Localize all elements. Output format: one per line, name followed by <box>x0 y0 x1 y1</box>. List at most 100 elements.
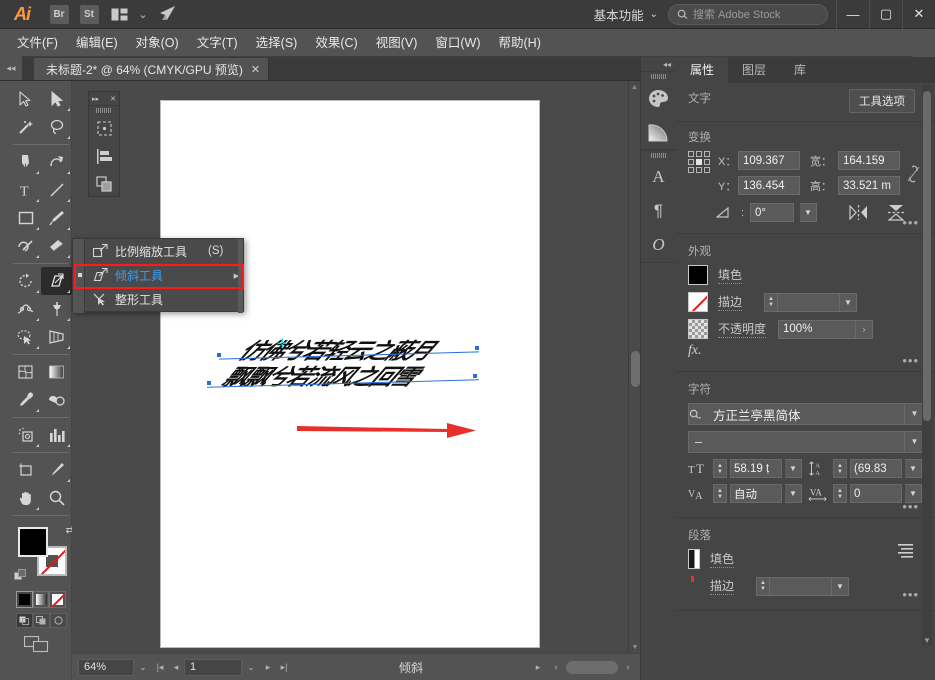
selection-anchor-point[interactable] <box>217 353 221 357</box>
panel-group-grip[interactable] <box>641 151 676 160</box>
tracking-stepper[interactable]: ▲ ▼ <box>833 484 847 503</box>
mini-panel-grip[interactable] <box>89 105 119 114</box>
artboard-number-input[interactable]: 1 <box>184 658 242 676</box>
last-artboard-button[interactable]: ▸| <box>276 659 292 676</box>
leading-stepper[interactable]: ▲ ▼ <box>833 459 847 478</box>
font-family-selector[interactable]: 方正兰亭黑简体 ▼ <box>688 403 925 425</box>
menu-effect[interactable]: 效果(C) <box>306 29 366 57</box>
x-input[interactable]: 109.367 <box>738 151 800 170</box>
font-family-caret[interactable]: ▼ <box>904 404 924 424</box>
transform-more-options[interactable]: ••• <box>902 215 919 230</box>
gradient-panel-button[interactable] <box>641 115 676 149</box>
ref-point[interactable] <box>704 151 710 157</box>
width-tool[interactable] <box>10 295 41 323</box>
fx-button[interactable]: fx. <box>688 343 925 359</box>
stroke-width-input[interactable] <box>778 292 841 312</box>
artboard-dropdown-caret[interactable]: ⌄ <box>242 659 260 676</box>
curvature-tool[interactable] <box>41 148 72 176</box>
magic-wand-tool[interactable] <box>10 113 41 141</box>
mini-panel-close-icon[interactable]: ✕ <box>110 95 116 103</box>
default-fill-stroke-icon[interactable] <box>14 569 28 583</box>
rocket-launch-button[interactable] <box>152 0 182 29</box>
leading-input[interactable]: (69.83 <box>850 459 902 478</box>
draw-inside-button[interactable] <box>50 613 67 628</box>
opacity-expand-arrow[interactable]: › <box>856 319 874 339</box>
paragraph-align-button[interactable] <box>898 544 913 558</box>
ref-point[interactable] <box>696 167 702 173</box>
reference-point-selector[interactable] <box>688 151 710 173</box>
ref-point[interactable] <box>688 159 694 165</box>
height-input[interactable]: 33.521 m <box>838 176 900 195</box>
font-size-stepper[interactable]: ▲ ▼ <box>713 459 727 478</box>
rectangle-tool[interactable] <box>10 204 41 232</box>
paintbrush-tool[interactable] <box>41 204 72 232</box>
paragraph-more-options[interactable]: ••• <box>902 587 919 602</box>
align-panel-button[interactable] <box>89 142 119 170</box>
appearance-more-options[interactable]: ••• <box>902 353 919 368</box>
panel-group-grip[interactable] <box>641 72 676 81</box>
paragraph-fill-swatch[interactable] <box>688 549 700 569</box>
scroll-down-icon[interactable]: ▼ <box>629 641 640 653</box>
minimize-button[interactable]: — <box>836 0 869 29</box>
transform-panel-button[interactable] <box>89 114 119 142</box>
kerning-input[interactable]: 自动 <box>730 484 782 503</box>
stock-button[interactable]: St <box>74 0 104 29</box>
draw-behind-button[interactable] <box>33 613 50 628</box>
eraser-tool[interactable] <box>41 232 72 260</box>
tracking-input[interactable]: 0 <box>850 484 902 503</box>
kerning-caret[interactable]: ▼ <box>785 484 802 503</box>
panel-collapse-icon[interactable]: ◂◂ <box>641 57 676 71</box>
canvas-area[interactable]: 仿佛兮若轻云之蔽月 飘飘兮若流风之回雪 ✛ ▲ ▼ <box>72 81 640 653</box>
kerning-stepper[interactable]: ▲ ▼ <box>713 484 727 503</box>
leading-caret[interactable]: ▼ <box>905 459 922 478</box>
arrange-documents-button[interactable] <box>104 0 134 29</box>
opacity-input[interactable]: 100% <box>778 319 857 339</box>
flip-horizontal-button[interactable] <box>849 205 868 220</box>
symbol-sprayer-tool[interactable] <box>10 421 41 449</box>
slice-tool[interactable] <box>41 456 72 484</box>
ref-point[interactable] <box>704 167 710 173</box>
font-style-selector[interactable]: – ▼ <box>688 431 925 453</box>
flyout-item-scale-tool[interactable]: 比例缩放工具 (S) <box>85 239 243 263</box>
zoom-level-input[interactable]: 64% <box>78 658 134 676</box>
menu-view[interactable]: 视图(V) <box>367 29 427 57</box>
y-input[interactable]: 136.454 <box>738 176 800 195</box>
type-tool[interactable]: T <box>10 176 41 204</box>
fill-swatch[interactable] <box>18 527 48 557</box>
text-object[interactable]: 仿佛兮若轻云之蔽月 飘飘兮若流风之回雪 ✛ <box>207 331 507 411</box>
tabbar-collapse-left-icon[interactable]: ◂◂ <box>0 56 22 80</box>
selection-anchor-point[interactable] <box>473 374 477 378</box>
none-swatch-button[interactable] <box>49 591 67 608</box>
tab-libraries[interactable]: 库 <box>780 57 820 83</box>
close-button[interactable]: ✕ <box>902 0 935 29</box>
properties-scroll-thumb[interactable] <box>923 91 931 421</box>
menu-window[interactable]: 窗口(W) <box>426 29 489 57</box>
screen-mode-button[interactable] <box>24 636 71 653</box>
angle-dropdown-caret[interactable]: ▼ <box>800 203 817 222</box>
mini-panel-expand-icon[interactable]: ▸▸ <box>92 95 99 103</box>
blend-tool[interactable] <box>41 386 72 414</box>
direct-selection-tool[interactable] <box>41 85 72 113</box>
color-swatch-button[interactable] <box>16 591 33 608</box>
width-input[interactable]: 164.159 <box>838 151 900 170</box>
close-icon[interactable]: ✕ <box>251 63 260 76</box>
ref-point[interactable] <box>688 151 694 157</box>
character-more-options[interactable]: ••• <box>902 499 919 514</box>
canvas-vertical-scrollbar[interactable]: ▲ ▼ <box>628 81 640 653</box>
bridge-button[interactable]: Br <box>44 0 74 29</box>
workspace-switcher[interactable]: 基本功能 ⌄ <box>584 3 668 25</box>
font-size-caret[interactable]: ▼ <box>785 459 802 478</box>
menu-edit[interactable]: 编辑(E) <box>67 29 127 57</box>
menu-type[interactable]: 文字(T) <box>188 29 247 57</box>
menu-help[interactable]: 帮助(H) <box>490 29 550 57</box>
rotate-tool[interactable] <box>10 267 41 295</box>
gradient-swatch-button[interactable] <box>32 591 50 608</box>
color-panel-button[interactable] <box>641 81 676 115</box>
ref-point[interactable] <box>688 167 694 173</box>
stroke-dropdown-caret[interactable]: ▼ <box>840 292 858 312</box>
character-panel-button[interactable]: A <box>641 160 676 194</box>
flyout-item-shear-tool[interactable]: 倾斜工具 ▶ <box>78 263 243 287</box>
horizontal-scroll-thumb[interactable] <box>566 660 618 674</box>
pen-tool[interactable] <box>10 148 41 176</box>
fill-color-swatch[interactable] <box>688 265 708 285</box>
